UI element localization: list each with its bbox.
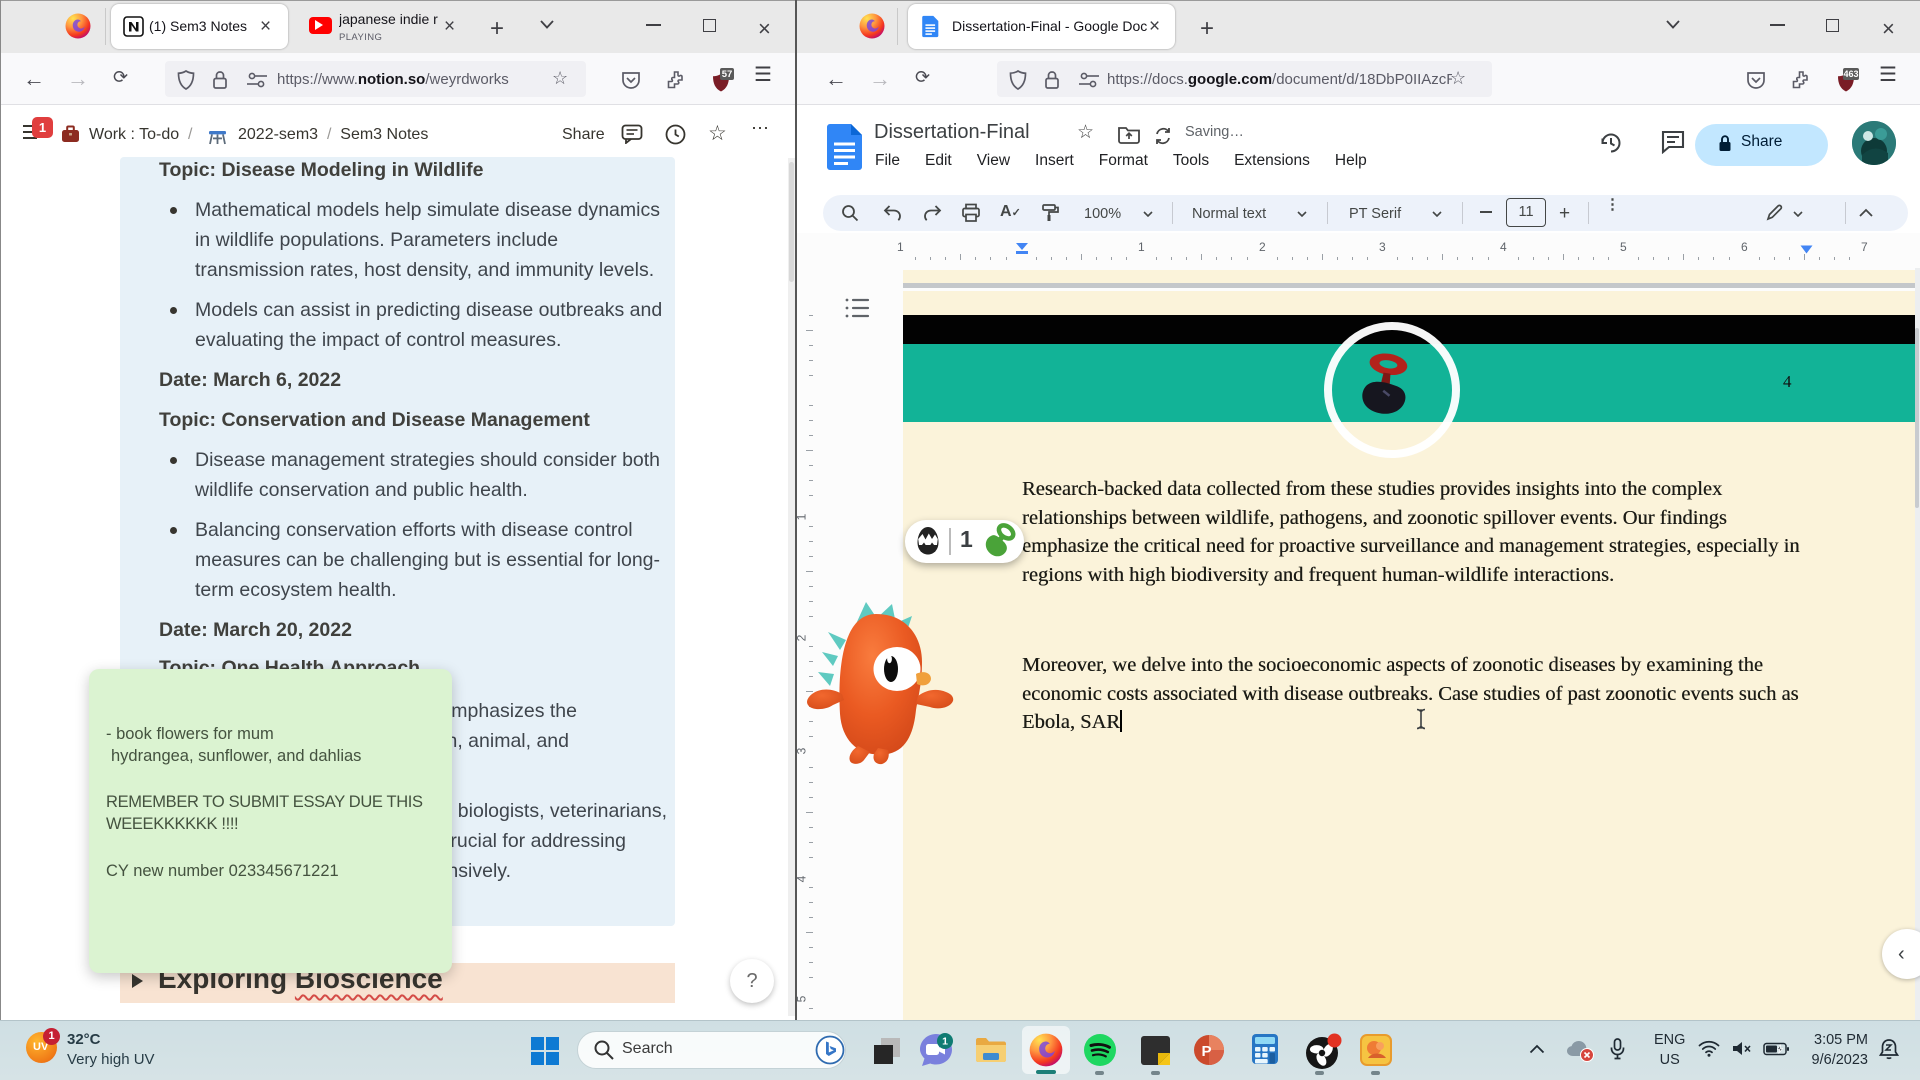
svg-text:1: 1 xyxy=(942,1036,948,1048)
svg-text:57: 57 xyxy=(722,69,733,80)
svg-text:P: P xyxy=(1201,1043,1211,1060)
svg-text:463: 463 xyxy=(1843,69,1858,79)
